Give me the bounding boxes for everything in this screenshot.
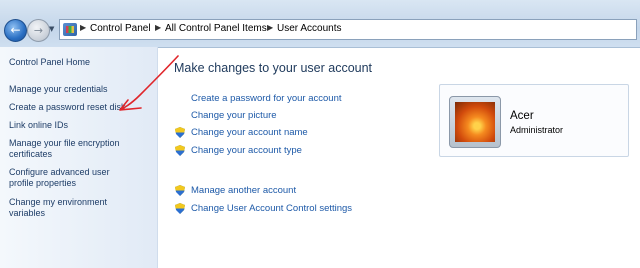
sidebar-item-password-reset[interactable]: Create a password reset disk <box>9 102 149 113</box>
task-change-picture[interactable]: Change your picture <box>191 110 277 121</box>
sidebar-item-credentials[interactable]: Manage your credentials <box>9 84 149 95</box>
chevron-right-icon[interactable]: ▶ <box>80 23 86 32</box>
address-bar-area: ← → ▼ ▶ Control Panel ▶ All Control Pane… <box>0 0 640 48</box>
account-role: Administrator <box>510 125 564 135</box>
chevron-right-icon[interactable]: ▶ <box>267 23 273 32</box>
chevron-right-icon[interactable]: ▶ <box>155 23 161 32</box>
account-card: Acer Administrator <box>439 84 629 157</box>
sidebar-item-line: certificates <box>9 149 53 159</box>
task-uac-settings[interactable]: Change User Account Control settings <box>191 203 352 214</box>
sidebar-item-online-ids[interactable]: Link online IDs <box>9 120 149 131</box>
forward-button[interactable]: → <box>27 19 50 42</box>
uac-shield-icon <box>175 127 185 138</box>
sidebar-item-line: Manage your file encryption <box>9 138 120 148</box>
sidebar-item-line: variables <box>9 208 46 218</box>
back-arrow-icon: ← <box>10 23 21 37</box>
sidebar-item-environment-variables[interactable]: Change my environment variables <box>9 197 149 219</box>
recent-pages-chevron-icon[interactable]: ▼ <box>49 25 54 33</box>
account-name: Acer <box>510 110 534 122</box>
uac-shield-icon <box>175 145 185 156</box>
page-title: Make changes to your user account <box>174 61 373 75</box>
task-change-account-type[interactable]: Change your account type <box>191 145 302 156</box>
avatar <box>449 96 501 148</box>
forward-arrow-icon: → <box>33 24 44 37</box>
breadcrumb-control-panel[interactable]: Control Panel <box>90 23 151 34</box>
sidebar-item-file-encryption[interactable]: Manage your file encryption certificates <box>9 138 149 160</box>
sidebar-item-line: Change my environment <box>9 197 108 207</box>
sidebar-item-line: profile properties <box>9 178 77 188</box>
sidebar-control-panel-home[interactable]: Control Panel Home <box>9 57 149 68</box>
task-create-password[interactable]: Create a password for your account <box>191 93 342 104</box>
breadcrumb-all-items[interactable]: All Control Panel Items <box>165 23 267 34</box>
task-change-account-name[interactable]: Change your account name <box>191 127 308 138</box>
task-manage-another-account[interactable]: Manage another account <box>191 185 296 196</box>
back-button[interactable]: ← <box>4 19 27 42</box>
sidebar-item-line: Configure advanced user <box>9 167 110 177</box>
uac-shield-icon <box>175 185 185 196</box>
sidebar: Control Panel Home Manage your credentia… <box>0 47 158 268</box>
flower-picture-icon <box>455 102 495 142</box>
control-panel-icon <box>63 23 77 36</box>
sidebar-item-advanced-profile[interactable]: Configure advanced user profile properti… <box>9 167 149 189</box>
uac-shield-icon <box>175 203 185 214</box>
breadcrumb-user-accounts[interactable]: User Accounts <box>277 23 341 34</box>
address-bar[interactable]: ▶ Control Panel ▶ All Control Panel Item… <box>59 19 637 40</box>
